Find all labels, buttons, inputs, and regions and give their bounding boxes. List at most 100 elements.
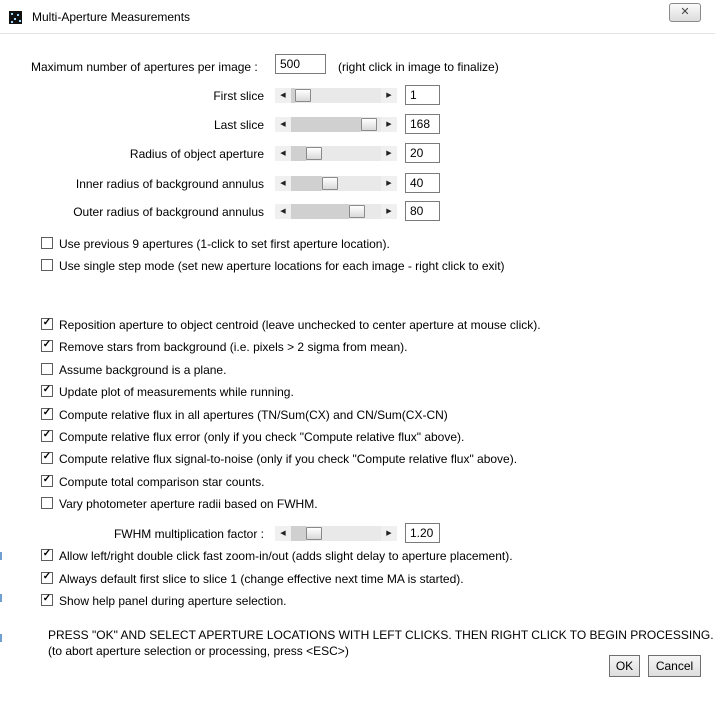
checkbox-row-compute-relative-flux-signal-to-noise-on[interactable]: ✓ Compute relative flux signal-to-noise (… bbox=[41, 452, 517, 468]
slider-right-arrow-icon[interactable]: ▶ bbox=[381, 117, 397, 132]
slider-left-arrow-icon[interactable]: ◀ bbox=[275, 176, 291, 191]
checkbox-label: Use previous 9 apertures (1-click to set… bbox=[59, 237, 390, 251]
checkbox-unchecked[interactable] bbox=[41, 259, 53, 271]
checkbox-label: Compute relative flux error (only if you… bbox=[59, 430, 465, 444]
checkbox-checked[interactable]: ✓ bbox=[41, 318, 53, 330]
radius-of-object-aperture-input[interactable]: 20 bbox=[405, 143, 440, 163]
checkmark-icon: ✓ bbox=[42, 570, 52, 582]
checkbox-checked[interactable]: ✓ bbox=[41, 594, 53, 606]
radius-of-object-aperture-slider[interactable]: ◀ ▶ bbox=[275, 146, 397, 161]
checkmark-icon: ✓ bbox=[42, 406, 52, 418]
slider-track[interactable] bbox=[291, 526, 381, 541]
max-apertures-input[interactable]: 500 bbox=[275, 54, 326, 74]
close-button[interactable]: ✕ bbox=[669, 3, 701, 22]
slider-track[interactable] bbox=[291, 117, 381, 132]
checkbox-row-show-help-panel-during-aperture-selectio[interactable]: ✓ Show help panel during aperture selecti… bbox=[41, 594, 286, 610]
inner-radius-of-background-annulus-slider[interactable]: ◀ ▶ bbox=[275, 176, 397, 191]
first-slice-input[interactable]: 1 bbox=[405, 85, 440, 105]
checkbox-label: Update plot of measurements while runnin… bbox=[59, 385, 294, 400]
checkbox-row-allow-left-right-double-click-fast-zoom-[interactable]: ✓ Allow left/right double click fast zoom… bbox=[41, 549, 513, 565]
max-apertures-label: Maximum number of apertures per image : bbox=[31, 60, 258, 74]
instructions-line-1: PRESS "OK" AND SELECT APERTURE LOCATIONS… bbox=[48, 628, 714, 642]
checkbox-unchecked[interactable] bbox=[41, 362, 53, 375]
last-slice-slider[interactable]: ◀ ▶ bbox=[275, 117, 397, 132]
slider-track[interactable] bbox=[291, 176, 381, 191]
checkbox-checked[interactable]: ✓ bbox=[41, 451, 53, 465]
fwhm-factor-label: FWHM multiplication factor : bbox=[113, 527, 264, 541]
max-apertures-hint: (right click in image to finalize) bbox=[338, 60, 499, 74]
slider-thumb[interactable] bbox=[361, 118, 377, 131]
checkbox-checked[interactable]: ✓ bbox=[41, 406, 53, 420]
edge-marker bbox=[0, 594, 2, 602]
slider-left-arrow-icon[interactable]: ◀ bbox=[275, 526, 291, 541]
first-slice-label: First slice bbox=[213, 89, 264, 103]
checkbox-row-always-default-first-slice-to-slice-1-ch[interactable]: ✓ Always default first slice to slice 1 (… bbox=[41, 570, 464, 588]
dialog-body: Maximum number of apertures per image : … bbox=[0, 34, 715, 713]
slider-thumb[interactable] bbox=[295, 89, 311, 102]
checkbox-row-use-previous-9-apertures-1-click-to-set-[interactable]: Use previous 9 apertures (1-click to set… bbox=[41, 237, 390, 253]
slider-thumb[interactable] bbox=[306, 147, 322, 160]
checkbox-row-vary-photometer-aperture-radii-based-on-[interactable]: Vary photometer aperture radii based on … bbox=[41, 497, 318, 513]
slider-thumb[interactable] bbox=[322, 177, 338, 190]
checkbox-checked[interactable]: ✓ bbox=[41, 570, 53, 584]
checkmark-icon: ✓ bbox=[42, 317, 52, 328]
slider-track[interactable] bbox=[291, 88, 381, 103]
checkbox-unchecked[interactable] bbox=[41, 237, 53, 249]
checkbox-checked[interactable]: ✓ bbox=[41, 385, 53, 398]
checkbox-row-compute-total-comparison-star-counts[interactable]: ✓ Compute total comparison star counts. bbox=[41, 473, 265, 491]
radius-of-object-aperture-label: Radius of object aperture bbox=[129, 147, 264, 161]
checkbox-label: Compute relative flux in all apertures (… bbox=[59, 407, 448, 422]
checkbox-row-reposition-aperture-to-object-centroid-l[interactable]: ✓ Reposition aperture to object centroid … bbox=[41, 318, 541, 334]
checkbox-label: Always default first slice to slice 1 (c… bbox=[59, 571, 464, 586]
slider-left-arrow-icon[interactable]: ◀ bbox=[275, 117, 291, 132]
slider-left-arrow-icon[interactable]: ◀ bbox=[275, 88, 291, 103]
outer-radius-of-background-annulus-label: Outer radius of background annulus bbox=[73, 205, 264, 219]
slider-thumb[interactable] bbox=[349, 205, 365, 218]
checkbox-row-remove-stars-from-background-i-e-pixels-[interactable]: ✓ Remove stars from background (i.e. pixe… bbox=[41, 340, 407, 356]
slider-right-arrow-icon[interactable]: ▶ bbox=[381, 526, 397, 541]
checkbox-label: Reposition aperture to object centroid (… bbox=[59, 318, 541, 332]
slider-right-arrow-icon[interactable]: ▶ bbox=[381, 204, 397, 219]
last-slice-label: Last slice bbox=[213, 118, 264, 132]
checkbox-label: Use single step mode (set new aperture l… bbox=[59, 259, 505, 273]
outer-radius-of-background-annulus-slider[interactable]: ◀ ▶ bbox=[275, 204, 397, 219]
fwhm-factor-slider[interactable]: ◀ ▶ bbox=[275, 526, 397, 541]
inner-radius-of-background-annulus-input[interactable]: 40 bbox=[405, 173, 440, 193]
fwhm-factor-input[interactable]: 1.20 bbox=[405, 523, 440, 543]
slider-thumb[interactable] bbox=[306, 527, 322, 540]
checkbox-row-assume-background-is-a-plane[interactable]: Assume background is a plane. bbox=[41, 362, 226, 379]
slider-left-arrow-icon[interactable]: ◀ bbox=[275, 204, 291, 219]
window-title: Multi-Aperture Measurements bbox=[32, 10, 191, 24]
edge-marker bbox=[0, 634, 2, 642]
checkbox-label: Allow left/right double click fast zoom-… bbox=[59, 549, 513, 563]
outer-radius-of-background-annulus-input[interactable]: 80 bbox=[405, 201, 440, 221]
checkbox-checked[interactable]: ✓ bbox=[41, 473, 53, 487]
ok-button[interactable]: OK bbox=[609, 655, 640, 677]
slider-right-arrow-icon[interactable]: ▶ bbox=[381, 176, 397, 191]
checkmark-icon: ✓ bbox=[42, 593, 52, 604]
checkbox-row-use-single-step-mode-set-new-aperture-lo[interactable]: Use single step mode (set new aperture l… bbox=[41, 259, 505, 275]
last-slice-input[interactable]: 168 bbox=[405, 114, 440, 134]
checkbox-row-compute-relative-flux-error-only-if-you-[interactable]: ✓ Compute relative flux error (only if yo… bbox=[41, 430, 464, 446]
slider-right-arrow-icon[interactable]: ▶ bbox=[381, 146, 397, 161]
checkbox-checked[interactable]: ✓ bbox=[41, 340, 53, 353]
checkbox-checked[interactable]: ✓ bbox=[41, 549, 53, 561]
app-icon bbox=[9, 11, 22, 24]
checkbox-label: Compute relative flux signal-to-noise (o… bbox=[59, 452, 518, 467]
instructions-line-2: (to abort aperture selection or processi… bbox=[48, 644, 349, 658]
checkbox-label: Compute total comparison star counts. bbox=[59, 474, 265, 489]
slider-track[interactable] bbox=[291, 204, 381, 219]
checkmark-icon: ✓ bbox=[42, 451, 52, 463]
cancel-button[interactable]: Cancel bbox=[648, 655, 701, 677]
checkbox-unchecked[interactable] bbox=[41, 497, 53, 510]
checkbox-row-compute-relative-flux-in-all-apertures-t[interactable]: ✓ Compute relative flux in all apertures … bbox=[41, 406, 448, 424]
slider-left-arrow-icon[interactable]: ◀ bbox=[275, 146, 291, 161]
checkbox-checked[interactable]: ✓ bbox=[41, 430, 53, 442]
slider-track[interactable] bbox=[291, 146, 381, 161]
checkbox-row-update-plot-of-measurements-while-runnin[interactable]: ✓ Update plot of measurements while runni… bbox=[41, 385, 294, 401]
first-slice-slider[interactable]: ◀ ▶ bbox=[275, 88, 397, 103]
slider-right-arrow-icon[interactable]: ▶ bbox=[381, 88, 397, 103]
checkbox-label: Show help panel during aperture selectio… bbox=[59, 594, 287, 608]
title-bar: Multi-Aperture Measurements ✕ bbox=[0, 0, 715, 34]
checkmark-icon: ✓ bbox=[42, 473, 52, 485]
